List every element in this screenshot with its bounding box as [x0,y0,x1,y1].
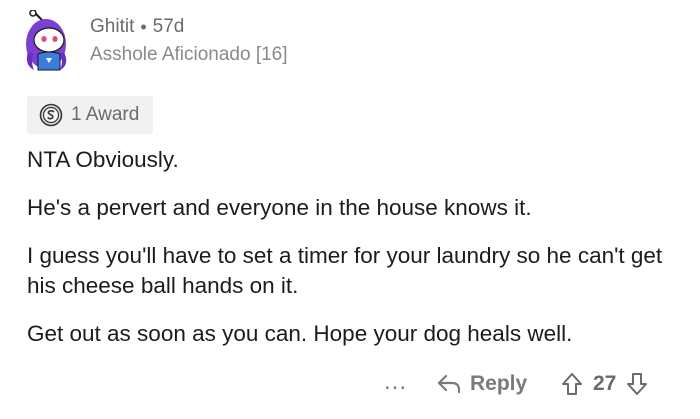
comment-paragraph: NTA Obviously. [27,147,179,172]
snoo-avatar-icon [26,10,67,71]
username-link[interactable]: Ghitit [90,16,134,38]
reply-arrow-icon [437,374,461,394]
downvote-arrow-icon[interactable] [626,372,648,396]
comment-paragraph: He's a pervert and everyone in the house… [27,195,532,220]
comment-header: Ghitit • 57d Asshole Aficionado [16] [20,10,288,74]
avatar[interactable] [20,10,78,74]
comment-age[interactable]: 57d [153,16,185,38]
meta-top-line: Ghitit • 57d [90,16,288,38]
comment-actions: ... Reply 27 [0,368,700,404]
reply-button[interactable]: Reply [436,372,527,396]
more-options-icon[interactable]: ... [384,370,407,394]
comment-paragraph: Get out as soon as you can. Hope your do… [27,321,573,346]
vote-controls: 27 [561,372,648,396]
comment-paragraph: I guess you'll have to set a timer for y… [27,243,663,298]
user-flair: Asshole Aficionado [16] [90,44,288,65]
award-label: 1 Award [71,104,140,125]
vote-score: 27 [593,372,617,395]
silver-award-icon [39,103,63,127]
comment-meta: Ghitit • 57d Asshole Aficionado [16] [90,16,288,66]
award-badge[interactable]: 1 Award [27,96,154,134]
comment-body: NTA Obviously. He's a pervert and everyo… [27,145,687,367]
reply-label: Reply [470,372,528,395]
meta-separator: • [140,17,147,37]
comment: Ghitit • 57d Asshole Aficionado [16] 1 A… [0,0,700,419]
upvote-arrow-icon[interactable] [561,372,583,396]
